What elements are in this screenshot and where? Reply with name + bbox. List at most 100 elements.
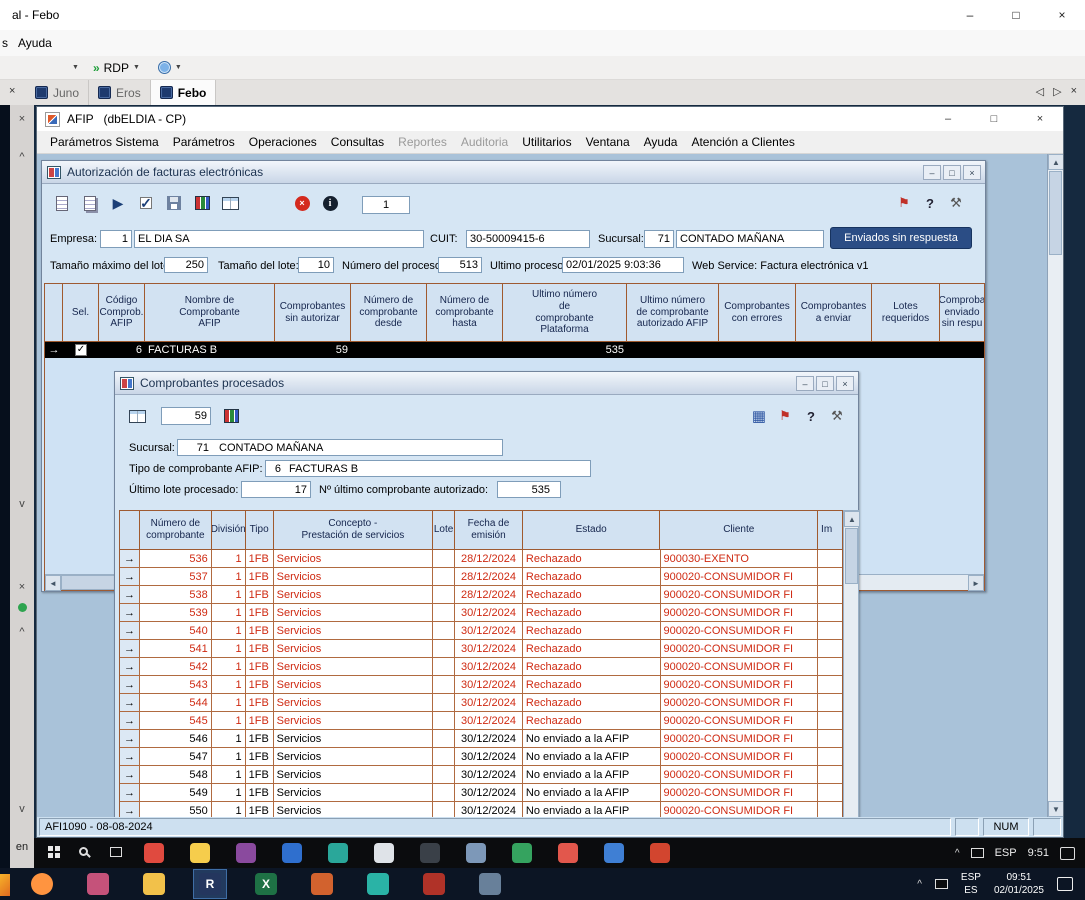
auth-minimize-button[interactable]: – xyxy=(923,165,941,180)
preview-button[interactable]: ⚑ xyxy=(773,404,797,428)
task-view-button[interactable] xyxy=(110,847,122,860)
menu-item[interactable]: Parámetros xyxy=(166,135,242,149)
cut-off-app-icon[interactable] xyxy=(0,874,10,896)
auth-titlebar[interactable]: Autorización de facturas electrónicas – … xyxy=(42,161,985,184)
header-sin-respuesta[interactable]: Comproba enviado sin respu xyxy=(940,284,984,342)
tabs-scroll-left-icon[interactable]: ◁ xyxy=(1036,85,1044,98)
header-division[interactable]: División xyxy=(212,511,246,549)
invoice-row[interactable]: → 546 1 1FB Servicios 30/12/2024 No envi… xyxy=(120,730,842,748)
panel-expand-icon[interactable]: v xyxy=(10,498,34,510)
scroll-up-icon[interactable]: ▲ xyxy=(844,511,860,527)
run-button[interactable]: ▶ xyxy=(106,191,130,215)
header-desde[interactable]: Número de comprobante desde xyxy=(351,284,427,342)
invoice-row[interactable]: → 543 1 1FB Servicios 30/12/2024 Rechaza… xyxy=(120,676,842,694)
scroll-up-icon[interactable]: ▲ xyxy=(1048,154,1063,170)
taskbar-app-icon[interactable]: X xyxy=(250,870,282,898)
invoice-row[interactable]: → 545 1 1FB Servicios 30/12/2024 Rechaza… xyxy=(120,712,842,730)
taskbar-app-icon[interactable] xyxy=(282,843,302,863)
session-tab[interactable]: Eros xyxy=(89,80,151,105)
taskbar-app-icon[interactable] xyxy=(190,843,210,863)
header-im[interactable]: Im xyxy=(818,511,842,549)
language-indicator[interactable]: ESP xyxy=(995,847,1017,859)
taskbar-app-icon[interactable] xyxy=(144,843,164,863)
network-icon[interactable] xyxy=(971,848,984,858)
invoice-row[interactable]: → 550 1 1FB Servicios 30/12/2024 No envi… xyxy=(120,802,842,817)
invoice-row[interactable]: → 542 1 1FB Servicios 30/12/2024 Rechaza… xyxy=(120,658,842,676)
proc-maximize-button[interactable]: □ xyxy=(816,376,834,391)
invoice-row[interactable]: → 547 1 1FB Servicios 30/12/2024 No envi… xyxy=(120,748,842,766)
globe-menu[interactable]: ▼ xyxy=(154,59,186,76)
taskbar-app-icon[interactable] xyxy=(26,870,58,898)
sucursal-number-field[interactable]: 71 xyxy=(644,230,674,248)
export-button[interactable] xyxy=(218,191,242,215)
cancel-button[interactable]: × xyxy=(290,191,314,215)
invoice-row[interactable]: → 544 1 1FB Servicios 30/12/2024 Rechaza… xyxy=(120,694,842,712)
clock[interactable]: 09:51 02/01/2025 xyxy=(994,871,1044,897)
empresa-name-field[interactable]: EL DIA SA xyxy=(134,230,424,248)
header-lotes[interactable]: Lotes requeridos xyxy=(872,284,940,342)
taskbar-app-icon[interactable]: R xyxy=(194,870,226,898)
menu-item[interactable]: Reportes xyxy=(391,135,454,149)
scroll-right-icon[interactable]: ► xyxy=(968,575,984,591)
process-count-field[interactable]: 1 xyxy=(362,196,410,214)
scroll-down-icon[interactable]: ▼ xyxy=(1048,801,1063,817)
menu-item[interactable]: Ayuda xyxy=(637,135,685,149)
taskbar-app-icon[interactable] xyxy=(328,843,348,863)
lote-max-field[interactable]: 250 xyxy=(164,257,208,273)
panel-expand-icon-2[interactable]: v xyxy=(10,803,34,815)
invoice-row[interactable]: → 541 1 1FB Servicios 30/12/2024 Rechaza… xyxy=(120,640,842,658)
header-nombre[interactable]: Nombre de Comprobante AFIP xyxy=(145,284,275,342)
info-button[interactable]: i xyxy=(318,191,342,215)
mdi-vertical-scrollbar[interactable]: ▲ ▼ xyxy=(1047,154,1063,817)
clock[interactable]: 9:51 xyxy=(1028,847,1049,859)
invoice-row[interactable]: → 536 1 1FB Servicios 28/12/2024 Rechaza… xyxy=(120,550,842,568)
afip-restore-button[interactable]: □ xyxy=(971,107,1017,130)
header-plataforma[interactable]: Ultimo número de comprobante Plataforma xyxy=(503,284,627,342)
save-button[interactable] xyxy=(162,191,186,215)
ultimo-autorizado-field[interactable]: 535 xyxy=(497,481,561,498)
search-button[interactable] xyxy=(79,847,88,859)
tools-button[interactable]: ⚒ xyxy=(825,404,849,428)
taskbar-app-icon[interactable] xyxy=(236,843,256,863)
session-tab[interactable]: Febo xyxy=(151,80,217,105)
taskbar-app-icon[interactable] xyxy=(418,870,450,898)
confirm-button[interactable]: ✓ xyxy=(134,191,158,215)
menu-item[interactable]: Operaciones xyxy=(242,135,324,149)
header-lote[interactable]: Lote xyxy=(433,511,455,549)
auth-close-button[interactable]: × xyxy=(963,165,981,180)
books-button[interactable] xyxy=(219,404,243,428)
notification-center-icon[interactable] xyxy=(1057,877,1073,891)
taskbar-app-icon[interactable] xyxy=(420,843,440,863)
ultimo-proceso-field[interactable]: 02/01/2025 9:03:36 xyxy=(562,257,684,273)
invoice-row[interactable]: → 549 1 1FB Servicios 30/12/2024 No envi… xyxy=(120,784,842,802)
header-autorizado[interactable]: Ultimo número de comprobante autorizado … xyxy=(627,284,719,342)
tabstrip-close-icon[interactable]: × xyxy=(9,85,15,97)
tray-overflow-icon[interactable]: ^ xyxy=(955,848,960,859)
header-concepto[interactable]: Concepto - Prestación de servicios xyxy=(274,511,434,549)
tabs-close-icon[interactable]: × xyxy=(1071,85,1077,98)
invoice-row[interactable]: → 540 1 1FB Servicios 30/12/2024 Rechaza… xyxy=(120,622,842,640)
header-cliente[interactable]: Cliente xyxy=(660,511,818,549)
taskbar-app-icon[interactable] xyxy=(650,843,670,863)
taskbar-app-icon[interactable] xyxy=(82,870,114,898)
properties-button[interactable] xyxy=(78,191,102,215)
header-sin-autorizar[interactable]: Comprobantes sin autorizar xyxy=(275,284,351,342)
lote-field[interactable]: 10 xyxy=(298,257,334,273)
header-a-enviar[interactable]: Comprobantes a enviar xyxy=(796,284,872,342)
header-codigo[interactable]: Código Comprob. AFIP xyxy=(99,284,145,342)
header-hasta[interactable]: Número de comprobante hasta xyxy=(427,284,503,342)
proc-titlebar[interactable]: Comprobantes procesados – □ × xyxy=(115,372,858,395)
enviados-sin-respuesta-button[interactable]: Enviados sin respuesta xyxy=(830,227,972,249)
taskbar-app-icon[interactable] xyxy=(138,870,170,898)
network-icon[interactable] xyxy=(935,879,948,889)
taskbar-app-icon[interactable] xyxy=(362,870,394,898)
taskbar-app-icon[interactable] xyxy=(374,843,394,863)
host-maximize-button[interactable]: □ xyxy=(993,0,1039,30)
panel-collapse-icon[interactable]: ^ xyxy=(10,151,34,163)
panel-collapse-icon-2[interactable]: ^ xyxy=(10,626,34,638)
scrollbar-thumb[interactable] xyxy=(845,528,858,584)
header-sel[interactable]: Sel. xyxy=(63,284,99,342)
help-button[interactable]: ? xyxy=(799,404,823,428)
menu-item[interactable]: Consultas xyxy=(324,135,391,149)
header-errores[interactable]: Comprobantes con errores xyxy=(719,284,796,342)
